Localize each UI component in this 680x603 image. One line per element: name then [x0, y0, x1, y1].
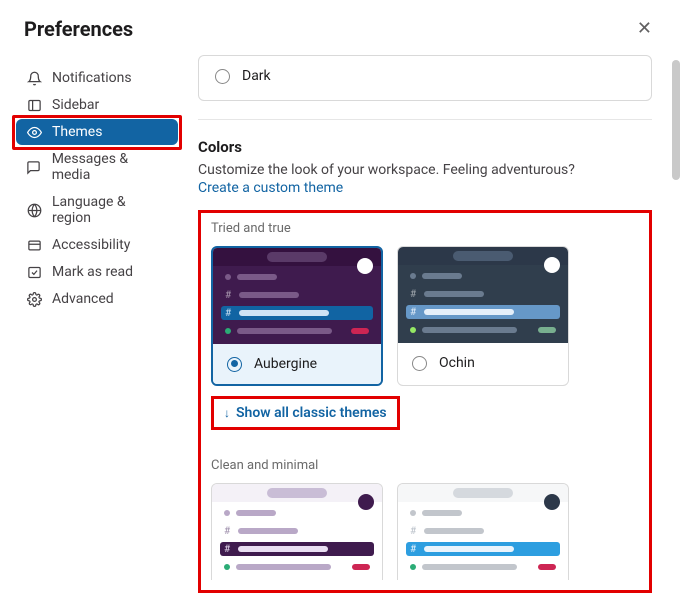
- group-label-tried-true: Tried and true: [211, 221, 639, 236]
- accessibility-icon: [26, 237, 42, 253]
- chevron-down-icon: ↓: [224, 406, 230, 420]
- sidebar-item-label: Themes: [52, 124, 102, 140]
- avatar-icon: [544, 257, 560, 273]
- avatar-icon: [544, 494, 560, 510]
- theme-card-clean-2[interactable]: # #: [397, 483, 569, 580]
- sidebar-item-label: Notifications: [52, 70, 132, 86]
- colors-description: Customize the look of your workspace. Fe…: [198, 162, 652, 178]
- chat-icon: [26, 159, 42, 175]
- avatar-icon: [357, 258, 373, 274]
- sidebar-item-language-region[interactable]: Language & region: [16, 189, 178, 231]
- preferences-sidebar: Notifications Sidebar Themes Messages & …: [0, 55, 190, 603]
- radio-icon: [215, 69, 230, 84]
- highlight-box-themes-area: Tried and true # #: [198, 210, 652, 593]
- main-pane: Dark Colors Customize the look of your w…: [190, 55, 680, 603]
- sidebar-item-accessibility[interactable]: Accessibility: [16, 232, 178, 258]
- show-all-classic-themes-button[interactable]: ↓ Show all classic themes: [211, 396, 400, 430]
- radio-icon: [227, 357, 242, 372]
- close-icon: ✕: [637, 18, 652, 38]
- theme-card-clean-1[interactable]: # #: [211, 483, 383, 580]
- sidebar-item-messages-media[interactable]: Messages & media: [16, 146, 178, 188]
- page-title: Preferences: [24, 17, 133, 41]
- scrollbar[interactable]: [672, 60, 680, 180]
- sidebar-item-label: Language & region: [52, 194, 168, 226]
- sidebar-item-label: Messages & media: [52, 151, 168, 183]
- radio-icon: [412, 356, 427, 371]
- theme-name: Aubergine: [254, 356, 317, 372]
- appearance-dark-option[interactable]: Dark: [215, 66, 635, 86]
- theme-card-aubergine[interactable]: # # Aubergine: [211, 246, 383, 386]
- theme-preview: # #: [398, 484, 568, 580]
- theme-card-ochin[interactable]: # # Ochin: [397, 246, 569, 386]
- sidebar-item-label: Sidebar: [52, 97, 99, 113]
- sidebar-item-label: Mark as read: [52, 264, 133, 280]
- sidebar-item-themes[interactable]: Themes: [16, 119, 178, 145]
- create-custom-theme-link[interactable]: Create a custom theme: [198, 180, 343, 196]
- sidebar-item-label: Accessibility: [52, 237, 130, 253]
- globe-icon: [26, 202, 42, 218]
- sidebar-item-mark-as-read[interactable]: Mark as read: [16, 259, 178, 285]
- section-divider: [198, 119, 652, 120]
- group-label-clean-minimal: Clean and minimal: [211, 458, 639, 473]
- sidebar-item-label: Advanced: [52, 291, 114, 307]
- theme-grid-tried-true: # # Aubergine: [211, 246, 639, 386]
- avatar-icon: [358, 494, 374, 510]
- close-button[interactable]: ✕: [633, 14, 656, 43]
- appearance-mode-box: Dark: [198, 55, 652, 101]
- theme-preview: # #: [398, 247, 568, 343]
- bell-icon: [26, 70, 42, 86]
- highlight-box-themes: Themes: [12, 115, 182, 150]
- theme-preview: # #: [213, 248, 381, 344]
- layout-icon: [26, 97, 42, 113]
- colors-title: Colors: [198, 138, 652, 156]
- sidebar-item-notifications[interactable]: Notifications: [16, 65, 178, 91]
- check-icon: [26, 264, 42, 280]
- show-all-label: Show all classic themes: [236, 405, 387, 421]
- sidebar-item-advanced[interactable]: Advanced: [16, 286, 178, 312]
- colors-section: Colors Customize the look of your worksp…: [198, 138, 652, 196]
- appearance-dark-label: Dark: [242, 68, 271, 84]
- theme-preview: # #: [212, 484, 382, 580]
- theme-grid-clean-minimal: # # #: [211, 483, 639, 580]
- theme-name: Ochin: [439, 355, 475, 371]
- gear-icon: [26, 291, 42, 307]
- eye-icon: [26, 124, 42, 140]
